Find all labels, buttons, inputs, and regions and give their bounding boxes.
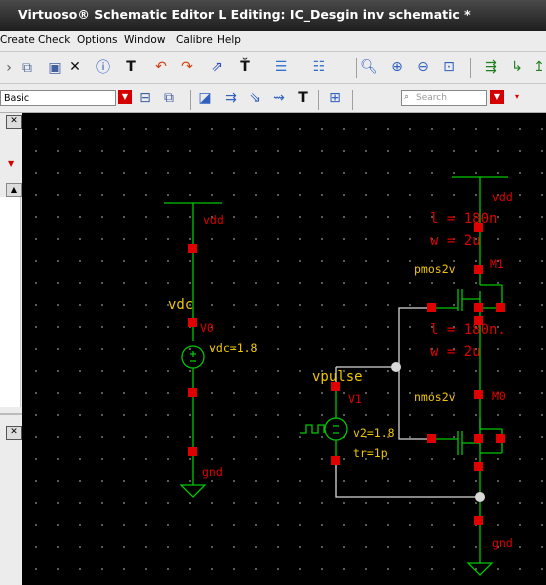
net-label-vdd: vdd	[203, 213, 224, 227]
descend-icon[interactable]: ↳	[508, 59, 526, 75]
wire-icon[interactable]: ⇗	[208, 59, 226, 75]
vpulse-param-v2: v2=1.8	[353, 426, 395, 440]
ascend-icon[interactable]: ↥	[530, 59, 546, 75]
pmos-model: pmos2v	[414, 262, 456, 276]
nmos-model: nmos2v	[414, 390, 456, 404]
delete-icon[interactable]: ✕	[66, 59, 84, 75]
vpulse-cell-name: vpulse	[312, 369, 363, 385]
toolbar-separator	[470, 58, 471, 78]
schematic-canvas[interactable]: vdd vdc V0 vdc=1.8 gnd vdd l = 180n w = …	[22, 113, 546, 585]
pmos-length: l = 180n	[430, 211, 497, 227]
schematic-drawing[interactable]: vdd vdc V0 vdc=1.8 gnd vdd l = 180n w = …	[22, 113, 546, 585]
pmos-width: w = 2u	[430, 233, 481, 249]
menu-options[interactable]: Options	[77, 34, 118, 46]
toolbar-separator	[356, 58, 357, 78]
undo-icon[interactable]: ↶	[152, 59, 170, 75]
scroll-up-icon[interactable]: ▲	[6, 183, 22, 197]
workspace-dropdown[interactable]: ▼	[118, 90, 132, 104]
menu-window[interactable]: Window	[124, 34, 165, 46]
menu-check[interactable]: Check	[38, 34, 70, 46]
menu-calibre[interactable]: Calibre	[176, 34, 213, 46]
vdc-cell-name: vdc	[168, 297, 193, 313]
net-icon[interactable]: ⇉	[222, 90, 240, 106]
zoom-out-icon[interactable]: ⊖	[414, 59, 432, 75]
zoom-in-icon[interactable]: ⊕	[388, 59, 406, 75]
select-icon[interactable]: ◪	[196, 90, 214, 106]
stretch-icon[interactable]: ▣	[46, 60, 64, 76]
left-dock-panel: ✕ ▼ ▲ ✕	[0, 113, 22, 585]
left-panel-content	[0, 197, 21, 407]
vdc-instance: V0	[200, 321, 214, 335]
main-toolbar: › ⧉ ▣ ✕ ⓘ T ↶ ↷ ⇗ Ť ☰ ☷ 🔍︎ ⊕ ⊖ ⊡ ⇶ ↳ ↥	[0, 52, 546, 84]
search-dropdown[interactable]: ▼	[490, 90, 504, 104]
vpulse-param-tr: tr=1p	[353, 446, 388, 460]
arrow-icon[interactable]: ›	[0, 60, 18, 76]
window-icon[interactable]: ⊟	[136, 90, 154, 106]
probe-icon[interactable]: ⇝	[270, 90, 288, 106]
net-label-vdd-2: vdd	[492, 190, 513, 204]
wire-junction[interactable]	[391, 362, 401, 372]
check-save-icon[interactable]: ⇶	[482, 59, 500, 75]
close-icon[interactable]: ✕	[6, 115, 22, 129]
nmos-length: l = 180n.	[430, 322, 506, 338]
net-label-gnd-2: gnd	[492, 536, 513, 550]
label-icon[interactable]: Ť	[236, 59, 254, 75]
menu-help[interactable]: Help	[217, 34, 241, 46]
toolbar-separator	[190, 90, 191, 110]
secondary-toolbar: Basic ▼ ⊟ ⧉ ◪ ⇉ ⇘ ⇝ T ⊞ Search ⌕ ▼ ▾	[0, 84, 546, 113]
search-icon: ⌕	[404, 92, 410, 102]
align-icon[interactable]: ☰	[272, 59, 290, 75]
search-input[interactable]: Search	[401, 90, 487, 106]
pmos-instance: M1	[490, 257, 504, 271]
info-icon[interactable]: ⓘ	[94, 60, 112, 76]
pin-icon[interactable]: ⇘	[246, 90, 264, 106]
wire-junction[interactable]	[475, 492, 485, 502]
menu-create[interactable]: Create	[0, 34, 35, 46]
title-bar: Virtuoso® Schematic Editor L Editing: IC…	[0, 0, 546, 31]
menu-bar: Create Check Options Window Calibre Help	[0, 31, 546, 52]
copy-icon[interactable]: ⧉	[18, 60, 36, 76]
panel-divider	[0, 413, 22, 415]
vdc-param: vdc=1.8	[209, 341, 258, 355]
close-icon[interactable]: ✕	[6, 426, 22, 440]
toolbar-separator	[352, 90, 353, 110]
toolbar-separator	[318, 90, 319, 110]
filter-icon[interactable]: ⊞	[326, 90, 344, 106]
distribute-icon[interactable]: ☷	[310, 59, 328, 75]
zoom-box-icon[interactable]: ⊡	[440, 59, 458, 75]
vpulse-wiring	[300, 383, 348, 463]
layers-icon[interactable]: ⧉	[160, 90, 178, 106]
workspace-select[interactable]: Basic	[0, 90, 116, 106]
zoom-fit-icon[interactable]: 🔍︎	[360, 59, 378, 75]
redo-icon[interactable]: ↷	[178, 59, 196, 75]
window-title: Virtuoso® Schematic Editor L Editing: IC…	[18, 7, 471, 22]
search-options[interactable]: ▾	[510, 90, 524, 104]
nmos-width: w = 2u	[430, 344, 481, 360]
text-select-icon[interactable]: T	[294, 90, 312, 106]
chevron-down-icon[interactable]: ▼	[8, 159, 14, 168]
text-icon[interactable]: T	[122, 59, 140, 75]
net-label-gnd: gnd	[202, 465, 223, 479]
vpulse-instance: V1	[348, 392, 362, 406]
nmos-instance: M0	[492, 389, 506, 403]
